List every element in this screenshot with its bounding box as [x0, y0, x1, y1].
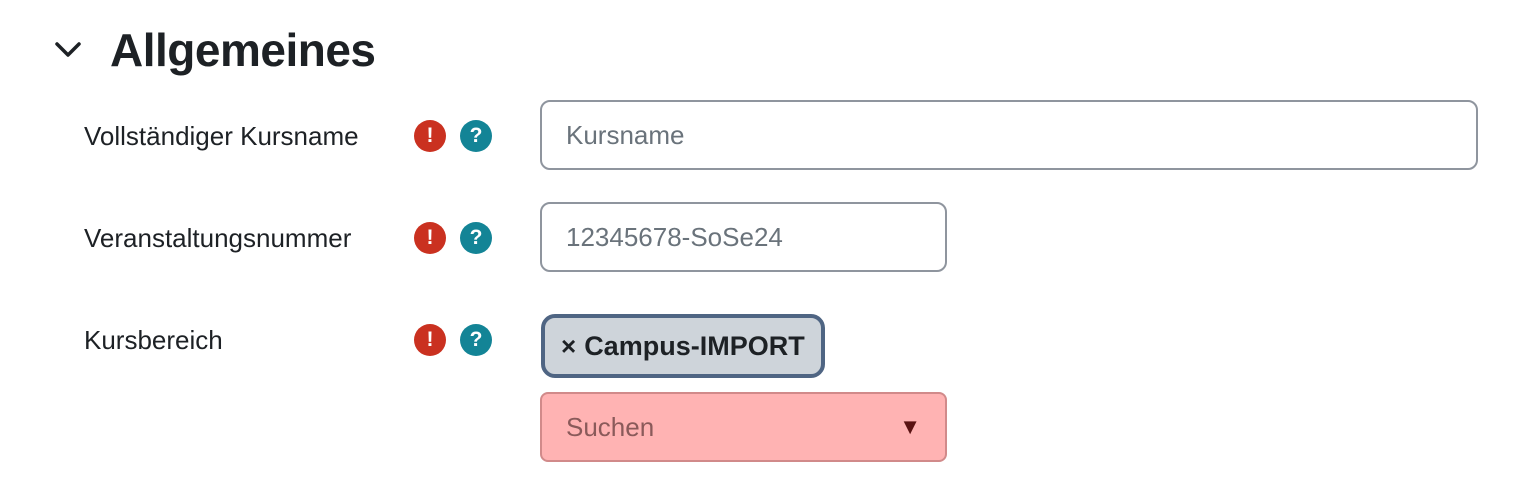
section-title: Allgemeines	[110, 24, 376, 76]
field-row-fullname: Vollständiger Kursname ! ?	[84, 120, 540, 152]
fullname-input[interactable]	[540, 100, 1478, 170]
chevron-down-icon[interactable]	[50, 32, 86, 68]
idnumber-input[interactable]	[540, 202, 947, 272]
category-search-placeholder: Suchen	[566, 411, 655, 442]
field-row-idnumber: Veranstaltungsnummer ! ?	[84, 222, 540, 254]
selected-category-badge[interactable]: × Campus-IMPORT	[541, 314, 825, 378]
section-header: Allgemeines	[50, 18, 376, 82]
category-label: Kursbereich	[84, 325, 223, 355]
dropdown-caret-icon[interactable]: ▼	[899, 414, 921, 440]
field-row-category: Kursbereich ! ?	[84, 324, 540, 356]
category-search-input[interactable]: Suchen ▼	[540, 392, 947, 462]
help-icon[interactable]: ?	[460, 324, 492, 356]
required-icon: !	[414, 120, 446, 152]
help-icon[interactable]: ?	[460, 222, 492, 254]
selected-category-label: Campus-IMPORT	[584, 330, 805, 361]
fullname-label: Vollständiger Kursname	[84, 121, 359, 151]
required-icon: !	[414, 324, 446, 356]
help-icon[interactable]: ?	[460, 120, 492, 152]
required-icon: !	[414, 222, 446, 254]
idnumber-label: Veranstaltungsnummer	[84, 223, 352, 253]
remove-icon[interactable]: ×	[561, 331, 576, 362]
